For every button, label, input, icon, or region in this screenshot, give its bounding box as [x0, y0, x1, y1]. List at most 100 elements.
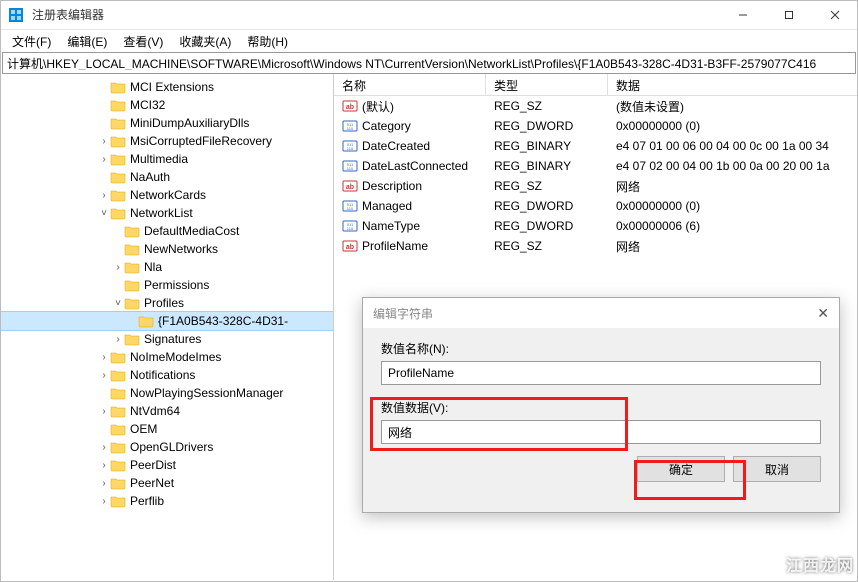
- tree-item[interactable]: ›PeerDist: [0, 456, 333, 474]
- ok-button[interactable]: 确定: [637, 456, 725, 482]
- value-row[interactable]: CategoryREG_DWORD0x00000000 (0): [334, 116, 858, 136]
- folder-icon: [110, 440, 126, 454]
- chevron-right-icon[interactable]: ›: [98, 442, 110, 453]
- value-row[interactable]: (默认)REG_SZ(数值未设置): [334, 96, 858, 116]
- tree-item[interactable]: › NoImeModeImes: [0, 348, 333, 366]
- tree-item[interactable]: › NtVdm64: [0, 402, 333, 420]
- tree-item[interactable]: DefaultMediaCost: [0, 222, 333, 240]
- folder-icon: [110, 80, 126, 94]
- tree-item-label: Multimedia: [130, 152, 188, 166]
- tree-item[interactable]: MCI32: [0, 96, 333, 114]
- chevron-right-icon[interactable]: ›: [112, 334, 124, 345]
- folder-icon: [124, 296, 140, 310]
- chevron-down-icon[interactable]: ˅: [112, 298, 124, 309]
- tree-item[interactable]: OEM: [0, 420, 333, 438]
- value-type: REG_BINARY: [486, 139, 608, 153]
- folder-icon: [110, 458, 126, 472]
- maximize-button[interactable]: [766, 0, 812, 30]
- chevron-right-icon[interactable]: ›: [98, 460, 110, 471]
- value-data: 网络: [608, 238, 858, 255]
- tree-item[interactable]: NowPlayingSessionManager: [0, 384, 333, 402]
- close-button[interactable]: [812, 0, 858, 30]
- tree-item-label: DefaultMediaCost: [144, 224, 239, 238]
- tree-item-label: NoImeModeImes: [130, 350, 221, 364]
- tree-item[interactable]: › Multimedia: [0, 150, 333, 168]
- tree-item-label: Profiles: [144, 296, 184, 310]
- tree-item[interactable]: MiniDumpAuxiliaryDlls: [0, 114, 333, 132]
- value-name: Managed: [362, 199, 412, 213]
- menu-edit[interactable]: 编辑(E): [59, 31, 115, 52]
- tree-item[interactable]: ˅ NetworkList: [0, 204, 333, 222]
- tree-item[interactable]: ›Notifications: [0, 366, 333, 384]
- value-row[interactable]: DateCreatedREG_BINARYe4 07 01 00 06 00 0…: [334, 136, 858, 156]
- address-input[interactable]: [3, 56, 855, 70]
- dialog-titlebar: 编辑字符串 ✕: [363, 298, 839, 328]
- cancel-button[interactable]: 取消: [733, 456, 821, 482]
- chevron-right-icon[interactable]: ›: [98, 190, 110, 201]
- tree-item[interactable]: ›PeerNet: [0, 474, 333, 492]
- col-type-header[interactable]: 类型: [486, 74, 608, 95]
- value-row[interactable]: NameTypeREG_DWORD0x00000006 (6): [334, 216, 858, 236]
- chevron-right-icon[interactable]: ›: [112, 262, 124, 273]
- binary-value-icon: [342, 118, 358, 134]
- folder-icon: [124, 260, 140, 274]
- value-data: 网络: [608, 178, 858, 195]
- chevron-right-icon[interactable]: ›: [98, 496, 110, 507]
- value-data: 0x00000006 (6): [608, 219, 858, 233]
- folder-icon: [124, 278, 140, 292]
- tree-item[interactable]: ›OpenGLDrivers: [0, 438, 333, 456]
- addressbar: [2, 52, 856, 74]
- chevron-right-icon[interactable]: ›: [98, 406, 110, 417]
- chevron-right-icon[interactable]: ›: [98, 352, 110, 363]
- tree-item[interactable]: ›MsiCorruptedFileRecovery: [0, 132, 333, 150]
- menu-help[interactable]: 帮助(H): [239, 31, 296, 52]
- folder-icon: [110, 422, 126, 436]
- tree-pane[interactable]: MCI Extensions MCI32 MiniDumpAuxiliaryDlls…: [0, 74, 334, 580]
- menu-file[interactable]: 文件(F): [4, 31, 59, 52]
- tree-item-label: Nla: [144, 260, 162, 274]
- tree-item[interactable]: NaAuth: [0, 168, 333, 186]
- regedit-icon: [8, 7, 24, 23]
- tree-item[interactable]: ›NetworkCards: [0, 186, 333, 204]
- value-row[interactable]: DescriptionREG_SZ网络: [334, 176, 858, 196]
- value-row[interactable]: ProfileNameREG_SZ网络: [334, 236, 858, 256]
- tree-item[interactable]: ˅ Profiles: [0, 294, 333, 312]
- tree-item[interactable]: ›Signatures: [0, 330, 333, 348]
- list-header: 名称 类型 数据: [334, 74, 858, 96]
- value-type: REG_SZ: [486, 99, 608, 113]
- chevron-right-icon[interactable]: ›: [98, 370, 110, 381]
- dialog-close-button[interactable]: ✕: [817, 305, 829, 322]
- folder-icon: [110, 188, 126, 202]
- tree-item-label: NetworkList: [130, 206, 193, 220]
- col-data-header[interactable]: 数据: [608, 74, 858, 95]
- col-name-header[interactable]: 名称: [334, 74, 486, 95]
- value-row[interactable]: ManagedREG_DWORD0x00000000 (0): [334, 196, 858, 216]
- minimize-button[interactable]: [720, 0, 766, 30]
- chevron-right-icon[interactable]: ›: [98, 136, 110, 147]
- tree-item[interactable]: {F1A0B543-328C-4D31-: [0, 312, 333, 330]
- chevron-down-icon[interactable]: ˅: [98, 208, 110, 219]
- value-name: DateCreated: [362, 139, 430, 153]
- value-name-input[interactable]: [381, 361, 821, 385]
- tree-item[interactable]: MCI Extensions: [0, 78, 333, 96]
- tree-item[interactable]: › Nla: [0, 258, 333, 276]
- value-row[interactable]: DateLastConnectedREG_BINARYe4 07 02 00 0…: [334, 156, 858, 176]
- value-name: ProfileName: [362, 239, 428, 253]
- tree-item-label: NtVdm64: [130, 404, 180, 418]
- value-data: (数值未设置): [608, 98, 858, 115]
- tree-item[interactable]: Permissions: [0, 276, 333, 294]
- tree-item[interactable]: NewNetworks: [0, 240, 333, 258]
- value-name: NameType: [362, 219, 420, 233]
- menu-view[interactable]: 查看(V): [115, 31, 171, 52]
- tree-item-label: MCI32: [130, 98, 165, 112]
- menu-favorites[interactable]: 收藏夹(A): [171, 31, 239, 52]
- folder-icon: [110, 386, 126, 400]
- chevron-right-icon[interactable]: ›: [98, 478, 110, 489]
- value-data-input[interactable]: [381, 420, 821, 444]
- binary-value-icon: [342, 138, 358, 154]
- tree-item[interactable]: ›Perflib: [0, 492, 333, 510]
- chevron-right-icon[interactable]: ›: [98, 154, 110, 165]
- binary-value-icon: [342, 158, 358, 174]
- string-value-icon: [342, 178, 358, 194]
- value-type: REG_SZ: [486, 179, 608, 193]
